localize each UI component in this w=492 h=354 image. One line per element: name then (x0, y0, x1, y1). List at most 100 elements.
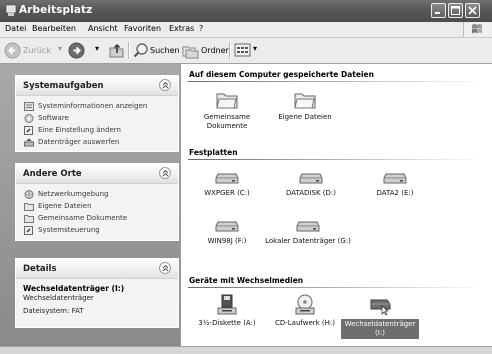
place-gemeinsame-dokumente[interactable]: Gemeinsame Dokumente (24, 213, 178, 224)
section-divider (188, 81, 488, 82)
menu-bearbeiten[interactable]: Bearbeiten (32, 24, 76, 33)
details-filesystem: Dateisystem: FAT (23, 307, 84, 315)
chevron-up-icon (162, 169, 169, 177)
panel-andere-orte: Andere Orte Netzwerkumgebung Eigene Date… (15, 163, 179, 241)
hard-drive-icon (383, 173, 407, 184)
task-einstellung-aendern[interactable]: Eine Einstellung ändern (24, 125, 178, 136)
panel-header[interactable]: Andere Orte (16, 164, 178, 184)
panel-details: Details Wechseldatenträger (I:) Wechseld… (15, 258, 179, 328)
task-systeminformationen[interactable]: Systeminformationen anzeigen (24, 101, 178, 112)
details-item-type: Wechseldatenträger (23, 294, 94, 302)
chevron-up-icon (162, 264, 169, 272)
chevron-up-icon (162, 81, 169, 89)
floppy-drive-icon (217, 294, 237, 315)
control-panel-icon (24, 126, 33, 135)
close-button[interactable] (465, 3, 480, 18)
hard-drive-icon (215, 173, 239, 184)
folder-icon (294, 93, 316, 109)
views-dropdown-icon[interactable]: ▾ (253, 44, 257, 53)
section-divider (188, 287, 488, 288)
collapse-button[interactable] (159, 167, 171, 179)
forward-arrow-icon (68, 42, 85, 59)
item-drive-c[interactable]: WXPGER (C:) (187, 170, 267, 198)
menu-favoriten[interactable]: Favoriten (124, 24, 161, 33)
item-drive-e[interactable]: DATA2 (E:) (355, 170, 435, 198)
toolbar: Zurück ▾ ▾ Suchen Ordner ▾ (0, 38, 492, 64)
minimize-icon (435, 12, 440, 14)
task-pane: Systemaufgaben Systeminformationen anzei… (0, 64, 180, 346)
collapse-button[interactable] (159, 262, 171, 274)
title-bar[interactable]: Arbeitsplatz (0, 0, 492, 23)
item-drive-g[interactable]: Lokaler Datenträger (G:) (263, 218, 353, 246)
place-eigene-dateien[interactable]: Eigene Dateien (24, 201, 178, 212)
panel-header[interactable]: Details (16, 259, 178, 279)
folders-icon (182, 46, 199, 59)
menu-bar: Datei Bearbeiten Ansicht Favoriten Extra… (0, 22, 492, 38)
up-folder-button[interactable] (108, 42, 126, 59)
section-divider (188, 159, 488, 160)
panel-header[interactable]: Systemaufgaben (16, 76, 178, 96)
toolbar-separator (128, 42, 130, 59)
search-button[interactable] (133, 42, 149, 59)
menu-datei[interactable]: Datei (5, 24, 26, 33)
search-label[interactable]: Suchen (150, 46, 180, 55)
computer-icon (6, 5, 16, 17)
menu-help[interactable]: ? (199, 24, 203, 33)
section-title-festplatten: Festplatten (189, 148, 238, 157)
search-icon (133, 43, 148, 58)
forward-dropdown-icon[interactable]: ▾ (95, 44, 99, 53)
item-drive-h[interactable]: CD-Laufwerk (H:) (265, 294, 345, 328)
task-software[interactable]: Software (24, 113, 178, 124)
back-dropdown-icon[interactable]: ▾ (58, 44, 62, 53)
maximize-button[interactable] (448, 3, 463, 18)
folder-icon (24, 203, 34, 211)
control-panel-icon (24, 226, 33, 235)
removable-drive-icon (370, 299, 391, 316)
back-arrow-icon (4, 42, 21, 59)
explorer-window: Arbeitsplatz Datei Bearbeiten Ansicht Fa… (0, 0, 492, 354)
software-icon (24, 114, 34, 123)
hard-drive-icon (296, 221, 320, 232)
shared-folder-icon (24, 215, 34, 223)
back-label: Zurück (23, 46, 51, 55)
shared-folder-icon (216, 93, 238, 109)
item-drive-f[interactable]: WIN98J (F:) (187, 218, 267, 246)
cd-drive-icon (295, 294, 315, 315)
item-eigene-dateien[interactable]: Eigene Dateien (265, 90, 345, 122)
network-icon (24, 190, 34, 199)
menu-extras[interactable]: Extras (169, 24, 194, 33)
views-icon (234, 43, 251, 57)
eject-drive-icon (24, 138, 34, 147)
windows-logo (463, 22, 490, 37)
details-item-name: Wechseldatenträger (I:) (23, 284, 125, 293)
minimize-button[interactable] (431, 3, 446, 18)
close-icon (468, 6, 477, 15)
section-title-wechselmedien: Geräte mit Wechselmedien (189, 276, 304, 285)
hard-drive-icon (215, 221, 239, 232)
menu-ansicht[interactable]: Ansicht (88, 24, 118, 33)
item-drive-i[interactable]: Wechseldatenträger (I:) (341, 294, 419, 339)
maximize-icon (451, 6, 460, 15)
folders-label[interactable]: Ordner (201, 46, 229, 55)
folders-button[interactable] (182, 42, 200, 59)
folder-up-icon (109, 43, 124, 58)
panel-systemaufgaben: Systemaufgaben Systeminformationen anzei… (15, 75, 179, 152)
item-drive-a[interactable]: 3½-Diskette (A:) (187, 294, 267, 328)
toolbar-separator (229, 42, 231, 59)
back-button[interactable] (4, 42, 24, 59)
content-area: Auf diesem Computer gespeicherte Dateien… (181, 64, 492, 346)
collapse-button[interactable] (159, 79, 171, 91)
panel-title: Systemaufgaben (23, 81, 104, 91)
section-title-stored-files: Auf diesem Computer gespeicherte Dateien (189, 70, 374, 79)
system-info-icon (24, 102, 34, 111)
panel-title: Details (23, 264, 57, 274)
hard-drive-icon (299, 173, 323, 184)
forward-button[interactable] (68, 42, 88, 59)
item-gemeinsame-dokumente[interactable]: Gemeinsame Dokumente (187, 90, 267, 131)
task-datentraeger-auswerfen[interactable]: Datenträger auswerfen (24, 137, 178, 148)
panel-title: Andere Orte (23, 169, 82, 179)
window-title: Arbeitsplatz (19, 4, 93, 16)
item-drive-d[interactable]: DATADISK (D:) (271, 170, 351, 198)
place-netzwerkumgebung[interactable]: Netzwerkumgebung (24, 189, 178, 200)
place-systemsteuerung[interactable]: Systemsteuerung (24, 225, 178, 236)
